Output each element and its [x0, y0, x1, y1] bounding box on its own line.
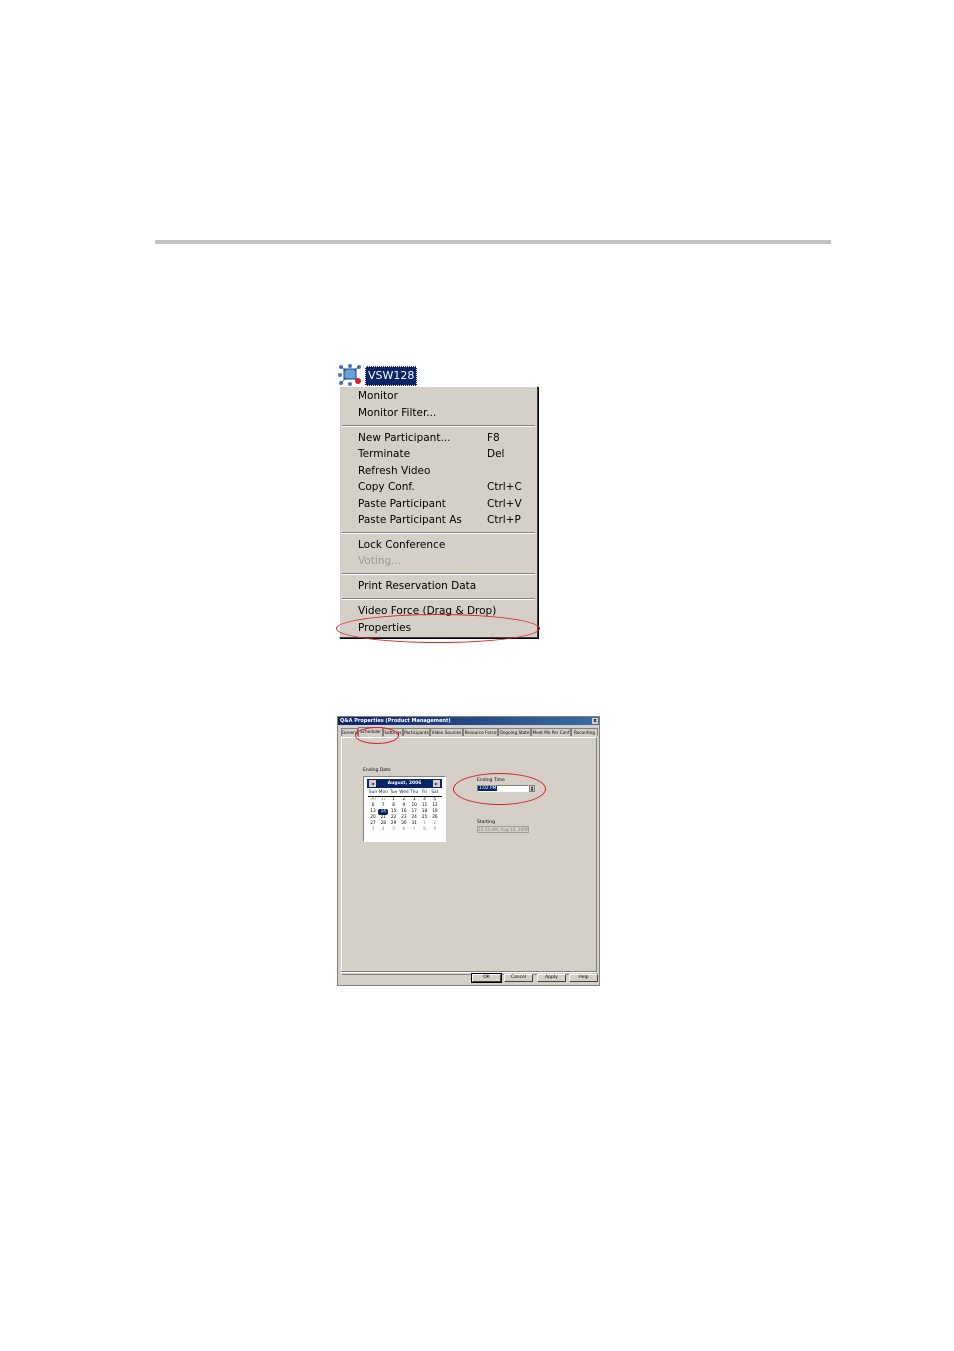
menu-shortcut-paste-participant-as: Ctrl+P: [487, 514, 521, 526]
calendar-day[interactable]: 14: [378, 809, 389, 815]
calendar-day[interactable]: 30: [399, 821, 409, 827]
menu-item-terminate[interactable]: Terminate: [358, 447, 410, 461]
tab-recording[interactable]: Recording: [571, 728, 598, 736]
calendar-next-icon[interactable]: ►: [433, 780, 440, 787]
calendar-day[interactable]: 5: [430, 797, 440, 803]
calendar-day[interactable]: 9: [399, 803, 409, 809]
calendar-day[interactable]: 7: [378, 803, 388, 809]
calendar-day[interactable]: 2: [399, 797, 409, 803]
dialog-title-bar: Q&A Properties (Product Management) x: [338, 717, 599, 725]
ok-button[interactable]: OK: [471, 973, 502, 983]
calendar-day[interactable]: 6: [399, 827, 409, 833]
calendar-day[interactable]: 23: [399, 815, 409, 821]
conference-icon: [338, 364, 361, 386]
calendar-weekday: Sun: [368, 790, 378, 795]
calendar-day[interactable]: 24: [409, 815, 419, 821]
menu-item-monitor-filter[interactable]: Monitor Filter...: [358, 406, 436, 420]
calendar-day[interactable]: 10: [409, 803, 419, 809]
calendar-day[interactable]: 4: [420, 797, 430, 803]
starting-label: Starting: [477, 820, 495, 825]
calendar-day[interactable]: 30: [368, 797, 378, 803]
calendar-day[interactable]: 22: [389, 815, 399, 821]
ending-date-calendar[interactable]: ◄ August, 2006 ► Sun Mon Tue Wed Thu Fri Sat 30…: [363, 776, 446, 842]
calendar-weekday: Sat: [431, 790, 439, 795]
menu-item-voting: Voting...: [358, 555, 402, 567]
tab-participants[interactable]: Participants: [403, 728, 430, 736]
calendar-day[interactable]: 1: [389, 797, 399, 803]
calendar-day[interactable]: 13: [368, 809, 378, 815]
tab-video-sources[interactable]: Video Sources: [430, 728, 463, 736]
calendar-day[interactable]: 4: [378, 827, 388, 833]
menu-item-monitor[interactable]: Monitor: [358, 389, 398, 403]
calendar-day[interactable]: 18: [420, 809, 430, 815]
ending-date-label: Ending Date: [363, 768, 391, 773]
menu-shortcut-copy-conf: Ctrl+C: [487, 481, 522, 493]
menu-item-copy-conf[interactable]: Copy Conf.: [358, 480, 415, 494]
calendar-day[interactable]: 27: [368, 821, 378, 827]
calendar-weekday: Fri: [421, 790, 428, 795]
tab-resource-force[interactable]: Resource Force: [463, 728, 498, 736]
calendar-month-label: August, 2006: [387, 781, 422, 786]
button-bar-separator: [341, 971, 597, 973]
cancel-button[interactable]: Cancel: [504, 974, 533, 982]
calendar-header: ◄ August, 2006 ►: [367, 779, 442, 788]
menu-item-paste-participant[interactable]: Paste Participant: [358, 497, 446, 511]
starting-field: 10:33 AM, Aug 14, 2006: [477, 826, 529, 833]
menu-item-refresh-video[interactable]: Refresh Video: [358, 464, 430, 478]
calendar-day[interactable]: 3: [368, 827, 378, 833]
calendar-weekday: Wed: [399, 790, 409, 795]
menu-separator: [342, 598, 535, 600]
calendar-day[interactable]: 17: [409, 809, 419, 815]
calendar-weekday: Tue: [389, 790, 398, 795]
calendar-prev-icon[interactable]: ◄: [369, 780, 376, 787]
calendar-day[interactable]: 8: [389, 803, 399, 809]
calendar-day[interactable]: 8: [420, 827, 430, 833]
calendar-day[interactable]: 11: [420, 803, 430, 809]
calendar-day[interactable]: 9: [430, 827, 440, 833]
calendar-day[interactable]: 2: [430, 821, 440, 827]
menu-separator: [342, 532, 535, 534]
calendar-weekday: Thu: [410, 790, 419, 795]
context-menu: Monitor Monitor Filter... New Participan…: [339, 386, 538, 638]
menu-item-lock-conference[interactable]: Lock Conference: [358, 538, 445, 552]
help-button[interactable]: Help: [569, 974, 598, 982]
calendar-day[interactable]: 28: [378, 821, 388, 827]
calendar-day[interactable]: 15: [389, 809, 399, 815]
calendar-day[interactable]: 21: [378, 815, 388, 821]
tab-ongoing-state[interactable]: Ongoing State: [498, 728, 531, 736]
ending-time-highlight-ellipse: [453, 773, 546, 805]
calendar-day[interactable]: 6: [368, 803, 378, 809]
calendar-day[interactable]: 31: [378, 797, 388, 803]
calendar-weekday: Mon: [378, 790, 388, 795]
tab-meet-me-per-conf[interactable]: Meet Me Per Conf: [531, 728, 571, 736]
properties-dialog: Q&A Properties (Product Management) x Ge…: [337, 716, 600, 986]
menu-item-paste-participant-as[interactable]: Paste Participant As: [358, 513, 462, 527]
apply-button[interactable]: Apply: [537, 974, 566, 982]
menu-item-new-participant[interactable]: New Participant...: [358, 431, 450, 445]
calendar-day[interactable]: 20: [368, 815, 378, 821]
properties-highlight-ellipse: [336, 614, 540, 643]
calendar-day[interactable]: 29: [389, 821, 399, 827]
calendar-day[interactable]: 12: [430, 803, 440, 809]
calendar-day[interactable]: 31: [409, 821, 419, 827]
calendar-day[interactable]: 19: [430, 809, 440, 815]
calendar-day[interactable]: 26: [430, 815, 440, 821]
conference-name[interactable]: VSW128: [365, 366, 418, 386]
close-icon[interactable]: x: [592, 718, 598, 724]
page-header-rule: [155, 240, 831, 244]
calendar-day[interactable]: 3: [409, 797, 419, 803]
menu-separator: [342, 425, 535, 427]
menu-shortcut-paste-participant: Ctrl+V: [487, 498, 522, 510]
calendar-day[interactable]: 7: [409, 827, 419, 833]
menu-shortcut-new-participant: F8: [487, 432, 500, 444]
menu-item-print-reservation-data[interactable]: Print Reservation Data: [358, 579, 476, 593]
dialog-title: Q&A Properties (Product Management): [340, 718, 451, 724]
calendar-day[interactable]: 5: [389, 827, 399, 833]
menu-separator: [342, 573, 535, 575]
scheduler-tab-highlight-ellipse: [355, 727, 399, 744]
calendar-day[interactable]: 25: [420, 815, 430, 821]
calendar-day[interactable]: 1: [420, 821, 430, 827]
menu-shortcut-terminate: Del: [487, 448, 505, 460]
calendar-day[interactable]: 16: [399, 809, 409, 815]
